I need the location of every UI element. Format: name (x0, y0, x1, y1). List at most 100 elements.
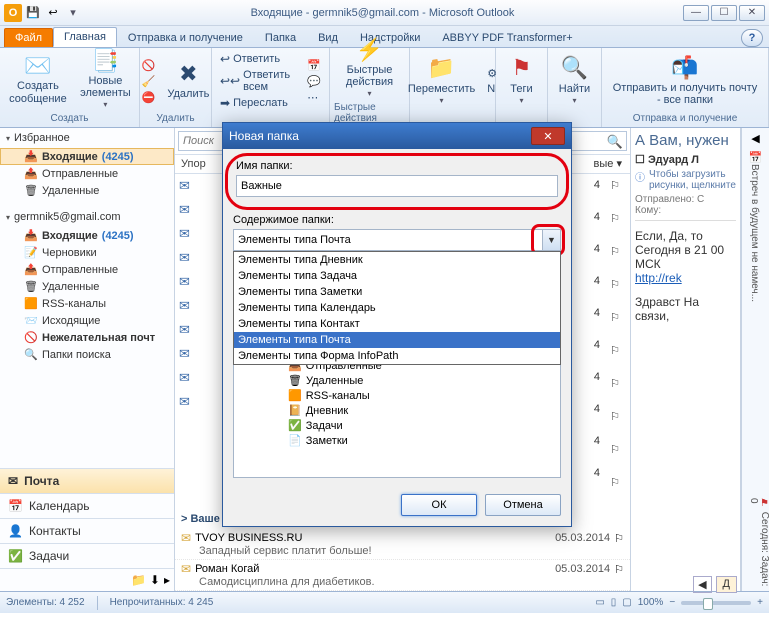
cancel-button[interactable]: Отмена (485, 494, 561, 516)
flag-icon[interactable]: ⚐ (614, 563, 624, 576)
tree-item[interactable]: ✅Задачи (234, 418, 560, 433)
message-row[interactable]: ✉Роман Когай05.03.2014⚐ Самодисциплина д… (175, 560, 630, 591)
replyall-button[interactable]: ↩↩Ответить всем (216, 68, 299, 94)
favorites-header[interactable]: Избранное (0, 128, 174, 148)
tree-item[interactable]: 📄Заметки (234, 433, 560, 448)
tree-item[interactable]: 🗑Удаленные (234, 373, 560, 388)
flag-icon[interactable]: ⚐ (614, 532, 624, 545)
qat-dropdown-icon[interactable]: ▾ (64, 4, 82, 22)
reading-link[interactable]: http://rek (635, 271, 682, 285)
delete-button[interactable]: ✖Удалить (163, 60, 213, 102)
nav-acct-drafts[interactable]: 📝Черновики (0, 244, 174, 261)
dialog-close-button[interactable]: ✕ (531, 127, 565, 145)
view-minimal-icon[interactable]: ▢ (622, 597, 631, 608)
nav-sent[interactable]: 📤Отправленные (0, 165, 174, 182)
envelope-icon[interactable]: ✉ (179, 370, 190, 386)
nav-inbox[interactable]: 📥Входящие (4245) (0, 148, 174, 165)
dropdown-option[interactable]: Элементы типа Контакт (234, 316, 560, 332)
nav-acct-inbox[interactable]: 📥Входящие (4245) (0, 227, 174, 244)
maximize-button[interactable]: ☐ (711, 5, 737, 21)
tree-item[interactable]: 📔Дневник (234, 403, 560, 418)
nav-mail-button[interactable]: ✉Почта (0, 468, 174, 493)
help-button[interactable]: ? (741, 29, 763, 47)
dropdown-option-selected[interactable]: Элементы типа Почта (234, 332, 560, 348)
zoom-slider[interactable] (681, 601, 751, 605)
envelope-icon[interactable]: ✉ (179, 226, 190, 242)
arrange-right-label[interactable]: вые ▾ (592, 156, 624, 171)
view-normal-icon[interactable]: ▭ (595, 597, 604, 608)
folder-name-input[interactable] (236, 175, 558, 197)
reading-nav-label[interactable]: Д (716, 576, 737, 591)
zoom-label: 100% (638, 597, 664, 608)
checkbox-icon[interactable]: ☐ (635, 154, 645, 166)
new-message-button[interactable]: ✉️Создать сообщение (4, 52, 72, 106)
envelope-icon[interactable]: ✉ (179, 394, 190, 410)
tab-file[interactable]: Файл (4, 28, 53, 47)
dropdown-option[interactable]: Элементы типа Дневник (234, 252, 560, 268)
nav-deleted[interactable]: 🗑Удаленные (0, 182, 174, 199)
account-header[interactable]: germnik5@gmail.com (0, 207, 174, 227)
dropdown-option[interactable]: Элементы типа Задача (234, 268, 560, 284)
send-receive-all-button[interactable]: 📬Отправить и получить почту - все папки (606, 54, 764, 108)
move-button[interactable]: 📁Переместить▾ (404, 54, 479, 107)
dialog-titlebar[interactable]: Новая папка ✕ (223, 123, 571, 149)
ignore-button[interactable]: 🚫 (138, 58, 160, 73)
new-items-button[interactable]: 📑Новые элементы▾ (76, 47, 135, 112)
tab-abbyy[interactable]: ABBYY PDF Transformer+ (431, 28, 583, 47)
dropdown-option[interactable]: Элементы типа Календарь (234, 300, 560, 316)
tab-home[interactable]: Главная (53, 27, 117, 47)
find-button[interactable]: 🔍Найти▾ (555, 54, 594, 107)
nav-acct-junk[interactable]: 🚫Нежелательная почт (0, 329, 174, 346)
envelope-icon[interactable]: ✉ (179, 274, 190, 290)
folder-contents-dropdown[interactable]: Элементы типа Почта ▼ (233, 229, 561, 251)
nav-acct-outbox[interactable]: 📨Исходящие (0, 312, 174, 329)
quick-steps-button[interactable]: ⚡Быстрые действия▾ (334, 36, 405, 101)
envelope-icon[interactable]: ✉ (179, 202, 190, 218)
envelope-icon[interactable]: ✉ (179, 250, 190, 266)
nav-mini-folder-icon[interactable]: 📁 (131, 573, 146, 587)
nav-acct-rss[interactable]: 🟧RSS-каналы (0, 295, 174, 312)
dropdown-option[interactable]: Элементы типа Заметки (234, 284, 560, 300)
forward-button[interactable]: ➡Переслать (216, 95, 299, 111)
nav-acct-sent[interactable]: 📤Отправленные (0, 261, 174, 278)
message-row[interactable]: ✉TVOY BUSINESS.RU05.03.2014⚐ Западный се… (175, 529, 630, 560)
chevron-down-icon[interactable]: ▼ (542, 230, 560, 250)
cleanup-button[interactable]: 🧹 (138, 74, 160, 89)
window-controls: — ☐ ✕ (683, 5, 765, 21)
nav-mini-shortcut-icon[interactable]: ⬇ (150, 573, 160, 587)
nav-acct-search[interactable]: 🔍Папки поиска (0, 346, 174, 363)
meeting-button[interactable]: 📅 (303, 58, 325, 73)
junk-button[interactable]: ⛔ (138, 90, 160, 105)
zoom-in-button[interactable]: + (757, 597, 763, 608)
nav-contacts-button[interactable]: 👤Контакты (0, 518, 174, 543)
todo-expand-icon[interactable]: ◀ (742, 128, 769, 149)
folder-location-tree[interactable]: 📤Отправленные 🗑Удаленные 🟧RSS-каналы 📔Дн… (233, 355, 561, 478)
tree-item[interactable]: 🟧RSS-каналы (234, 388, 560, 403)
qat-save-icon[interactable]: 💾 (24, 4, 42, 22)
nav-calendar-button[interactable]: 📅Календарь (0, 493, 174, 518)
prev-button[interactable]: ◀ (693, 576, 711, 591)
minimize-button[interactable]: — (683, 5, 709, 21)
search-icon[interactable]: 🔍 (607, 134, 623, 150)
close-button[interactable]: ✕ (739, 5, 765, 21)
envelope-icon[interactable]: ✉ (179, 298, 190, 314)
todo-bar[interactable]: ◀ 📅 Встреч в будущем не намеч... ⚑ Сегод… (741, 128, 769, 591)
nav-acct-deleted[interactable]: 🗑Удаленные (0, 278, 174, 295)
tab-folder[interactable]: Папка (254, 28, 307, 47)
im-button[interactable]: 💬 (303, 74, 325, 89)
nav-mini-config-icon[interactable]: ▸ (164, 573, 170, 587)
view-reading-icon[interactable]: ▯ (611, 597, 617, 608)
envelope-icon[interactable]: ✉ (179, 178, 190, 194)
zoom-out-button[interactable]: − (669, 597, 675, 608)
reply-button[interactable]: ↩Ответить (216, 51, 299, 67)
flag-icon[interactable]: ⚐ (608, 178, 622, 193)
dropdown-option[interactable]: Элементы типа Форма InfoPath (234, 348, 560, 364)
more-respond-button[interactable]: ⋯ (303, 90, 325, 105)
nav-tasks-button[interactable]: ✅Задачи (0, 543, 174, 568)
ok-button[interactable]: ОК (401, 494, 477, 516)
tags-button[interactable]: ⚑Теги▾ (506, 54, 536, 107)
envelope-icon[interactable]: ✉ (179, 346, 190, 362)
qat-undo-icon[interactable]: ↩ (44, 4, 62, 22)
tab-sendreceive[interactable]: Отправка и получение (117, 28, 254, 47)
envelope-icon[interactable]: ✉ (179, 322, 190, 338)
